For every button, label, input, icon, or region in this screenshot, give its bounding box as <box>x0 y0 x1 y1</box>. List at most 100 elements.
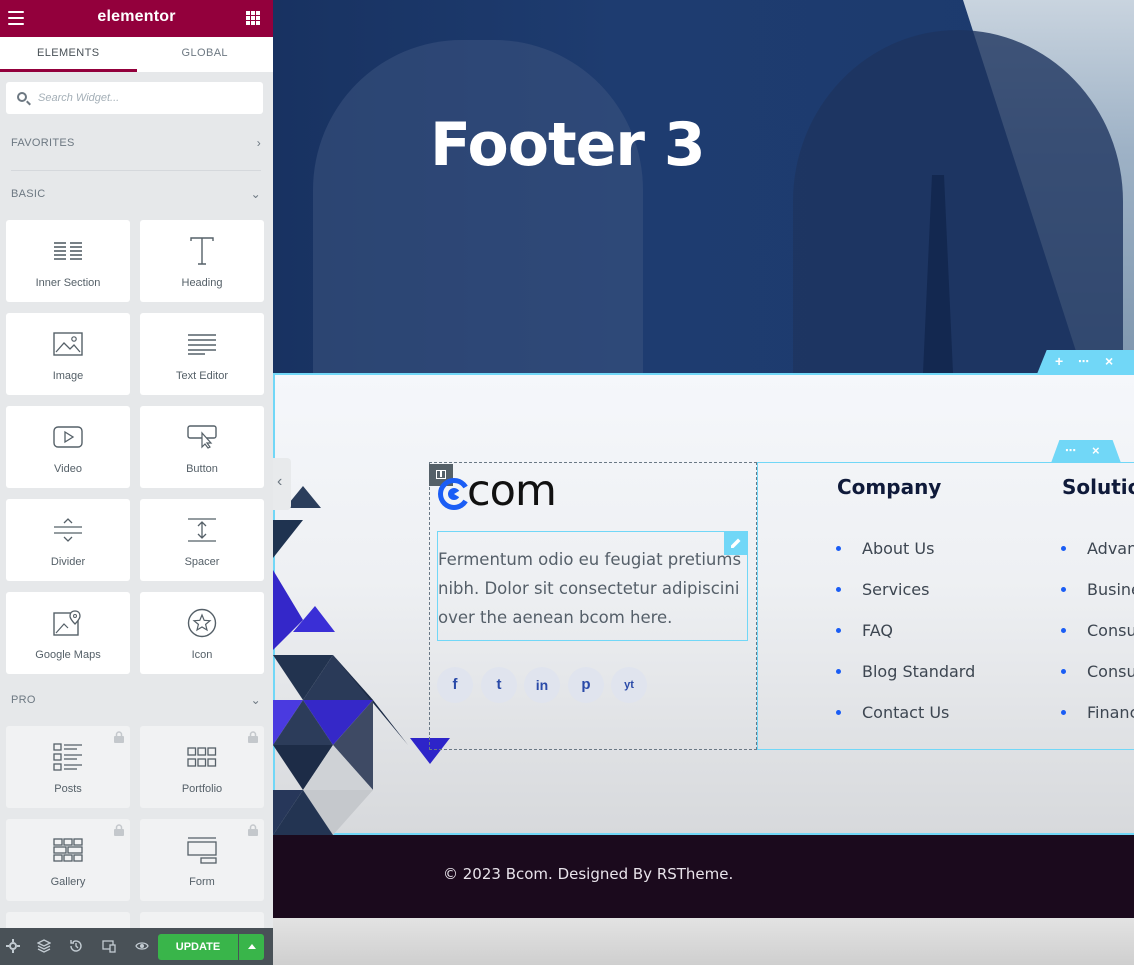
footer-description: Fermentum odio eu feugiat pretiums nibh.… <box>438 550 742 627</box>
chevron-down-icon: ⌄ <box>250 187 261 201</box>
widget-image[interactable]: Image <box>6 313 130 395</box>
link-label: FAQ <box>862 621 893 640</box>
widget-heading[interactable]: Heading <box>140 220 264 302</box>
link-label: Blog Standard <box>862 662 976 681</box>
divider-icon <box>6 515 130 545</box>
page-title: Footer 3 <box>430 110 706 180</box>
footer-link[interactable]: Services <box>836 580 929 599</box>
decorative-triangles <box>273 486 450 835</box>
widget-button[interactable]: Button <box>140 406 264 488</box>
form-icon <box>140 835 264 865</box>
footer-link[interactable]: Busine <box>1061 580 1134 599</box>
footer-link[interactable]: Financ <box>1061 703 1134 722</box>
youtube-icon[interactable]: yt <box>611 667 647 703</box>
grid-apps-icon[interactable] <box>246 11 260 25</box>
search-input[interactable] <box>38 90 248 106</box>
section-handle[interactable]: + ⋯ × <box>1037 350 1134 374</box>
widget-gallery[interactable]: Gallery <box>6 819 130 901</box>
facebook-icon[interactable]: f <box>437 667 473 703</box>
widget-label: Divider <box>50 556 86 568</box>
widget-video[interactable]: Video <box>6 406 130 488</box>
widget-label: Spacer <box>184 556 220 568</box>
heading-icon <box>140 236 264 266</box>
spacer-icon <box>140 515 264 545</box>
bullet-icon <box>836 587 841 592</box>
pro-header[interactable]: PRO ⌄ <box>11 693 261 707</box>
bullet-icon <box>836 710 841 715</box>
button-icon <box>140 422 264 452</box>
widget-form[interactable]: Form <box>140 819 264 901</box>
drag-handle-icon[interactable]: ⋯ <box>1065 444 1076 457</box>
pro-label: PRO <box>11 694 36 706</box>
bullet-icon <box>836 669 841 674</box>
widget-label: Google Maps <box>35 649 101 661</box>
hero-banner: Footer 3 <box>273 0 1134 373</box>
footer-link[interactable]: Contact Us <box>836 703 950 722</box>
image-icon <box>6 329 130 359</box>
link-label: Contact Us <box>862 703 950 722</box>
widget-divider[interactable]: Divider <box>6 499 130 581</box>
copyright-text: © 2023 Bcom. Designed By RSTheme. <box>443 865 734 883</box>
settings-gear-icon[interactable] <box>6 939 20 953</box>
preview-eye-icon[interactable] <box>135 939 149 953</box>
pinterest-icon[interactable]: p <box>568 667 604 703</box>
add-section-icon[interactable]: + <box>1055 353 1063 369</box>
editor-canvas: Footer 3 + ⋯ × ⋯ × com <box>273 0 1134 965</box>
widget-label: Portfolio <box>181 783 223 795</box>
update-options-button[interactable] <box>239 934 264 960</box>
responsive-mode-icon[interactable] <box>102 939 116 953</box>
link-label: Financ <box>1087 703 1134 722</box>
search-icon <box>17 92 27 102</box>
elementor-sidebar: elementor ELEMENTS GLOBAL FAVORITES › BA… <box>0 0 273 965</box>
basic-header[interactable]: BASIC ⌄ <box>11 187 261 201</box>
close-icon[interactable]: × <box>1092 443 1100 458</box>
widget-label: Form <box>189 876 215 888</box>
inner-section-handle[interactable]: ⋯ × <box>1051 440 1121 463</box>
solutions-heading: Solutio <box>1056 475 1134 499</box>
widget-inner-section[interactable]: Inner Section <box>6 220 130 302</box>
widget-spacer[interactable]: Spacer <box>140 499 264 581</box>
chevron-right-icon: › <box>256 136 261 150</box>
footer-link[interactable]: FAQ <box>836 621 893 640</box>
chevron-down-icon: ⌄ <box>250 693 261 707</box>
bullet-icon <box>1061 587 1066 592</box>
link-label: About Us <box>862 539 935 558</box>
widget-google-maps[interactable]: Google Maps <box>6 592 130 674</box>
bullet-icon <box>1061 628 1066 633</box>
layers-icon[interactable] <box>37 939 51 953</box>
history-icon[interactable] <box>69 939 83 953</box>
close-icon[interactable]: × <box>1105 353 1113 369</box>
widget-label: Image <box>52 370 84 382</box>
widget-text-editor[interactable]: Text Editor <box>140 313 264 395</box>
twitter-icon[interactable]: t <box>481 667 517 703</box>
widget-portfolio[interactable]: Portfolio <box>140 726 264 808</box>
tab-elements[interactable]: ELEMENTS <box>0 37 137 72</box>
linkedin-icon[interactable]: in <box>524 667 560 703</box>
footer-link[interactable]: Consu <box>1061 662 1134 681</box>
tab-global[interactable]: GLOBAL <box>136 37 273 72</box>
search-box <box>6 82 263 114</box>
widget-label: Inner Section <box>35 277 101 289</box>
collapse-panel-button[interactable] <box>273 458 291 510</box>
bullet-icon <box>1061 546 1066 551</box>
widget-label: Video <box>54 463 82 475</box>
link-label: Consu <box>1087 662 1134 681</box>
link-label: Advan <box>1087 539 1134 558</box>
footer-link[interactable]: Consu <box>1061 621 1134 640</box>
footer-link[interactable]: About Us <box>836 539 935 558</box>
panel-tabs: ELEMENTS GLOBAL <box>0 37 273 72</box>
update-button[interactable]: UPDATE <box>158 934 238 960</box>
favorites-header[interactable]: FAVORITES › <box>11 136 261 150</box>
company-title: Company <box>837 475 942 499</box>
map-pin-icon <box>6 608 130 638</box>
widget-label: Text Editor <box>176 370 228 382</box>
widget-icon[interactable]: Icon <box>140 592 264 674</box>
widget-posts[interactable]: Posts <box>6 726 130 808</box>
footer-link[interactable]: Blog Standard <box>836 662 976 681</box>
inner-section-icon <box>6 236 130 266</box>
footer-link[interactable]: Advan <box>1061 539 1134 558</box>
bullet-icon <box>836 546 841 551</box>
drag-handle-icon[interactable]: ⋯ <box>1078 355 1089 368</box>
widget-label: Button <box>186 463 218 475</box>
link-label: Consu <box>1087 621 1134 640</box>
